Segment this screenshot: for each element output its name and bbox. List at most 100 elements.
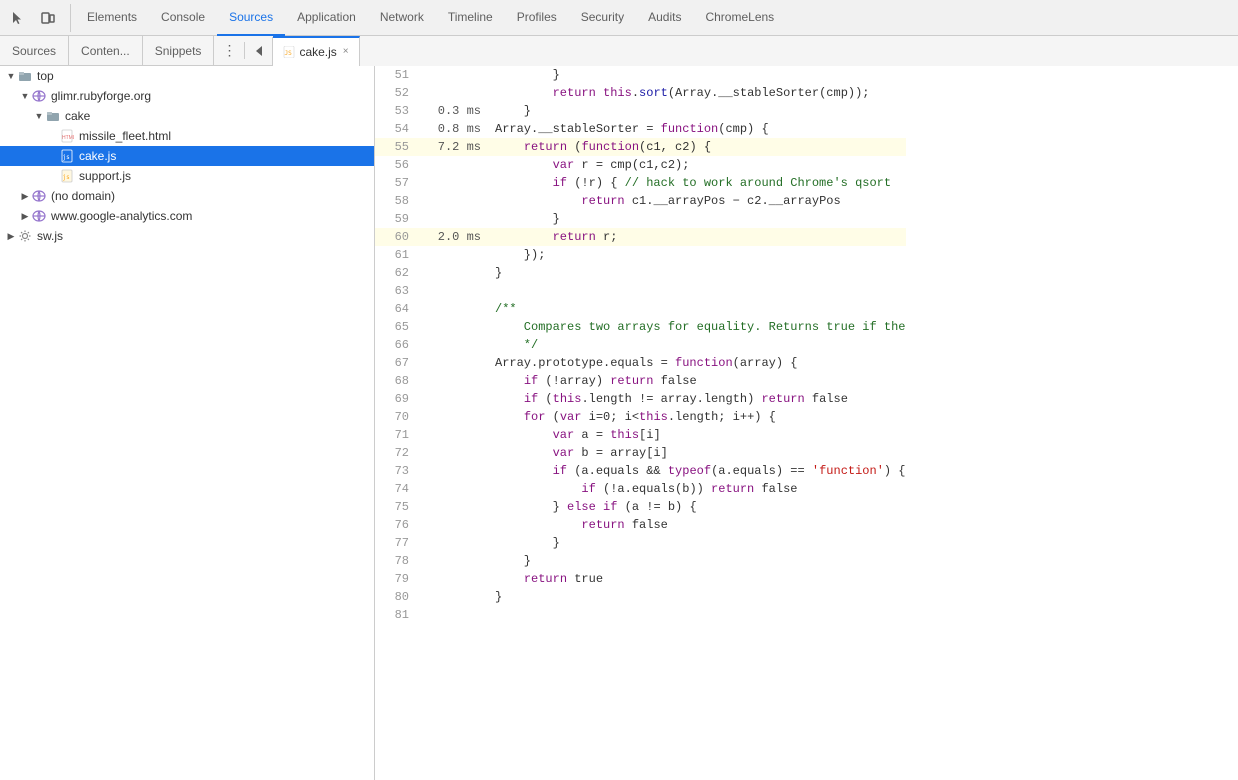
device-icon[interactable] — [34, 4, 62, 32]
code-line[interactable]: 68 if (!array) return false — [375, 372, 906, 390]
line-number: 61 — [375, 246, 417, 264]
tree-item-no-domain[interactable]: ▶ (no domain) — [0, 186, 374, 206]
code-line[interactable]: 51 } — [375, 66, 906, 84]
code-line[interactable]: 76 return false — [375, 516, 906, 534]
tree-arrow-icon: ▶ — [18, 211, 32, 222]
code-line[interactable]: 557.2 ms return (function(c1, c2) { — [375, 138, 906, 156]
nav-tab-audits[interactable]: Audits — [636, 0, 693, 36]
nav-tab-network[interactable]: Network — [368, 0, 436, 36]
line-number: 64 — [375, 300, 417, 318]
code-line[interactable]: 75 } else if (a != b) { — [375, 498, 906, 516]
line-timing — [417, 192, 487, 210]
close-tab-button[interactable]: × — [343, 46, 349, 57]
code-line[interactable]: 77 } — [375, 534, 906, 552]
line-timing — [417, 282, 487, 300]
tab-sources-secondary[interactable]: Sources — [0, 36, 69, 66]
go-back-button[interactable] — [245, 37, 273, 65]
tree-item-cake-folder[interactable]: ▼cake — [0, 106, 374, 126]
code-line[interactable]: 58 return c1.__arrayPos − c2.__arrayPos — [375, 192, 906, 210]
tree-item-top[interactable]: ▼top — [0, 66, 374, 86]
code-line[interactable]: 62} — [375, 264, 906, 282]
line-code: if (!r) { // hack to work around Chrome'… — [487, 174, 891, 192]
code-line-wrapper: 51 }52 return this.sort(Array.__stableSo… — [375, 66, 906, 624]
tree-item-sw-js[interactable]: ▶sw.js — [0, 226, 374, 246]
line-timing — [417, 516, 487, 534]
code-line[interactable]: 78 } — [375, 552, 906, 570]
code-line[interactable]: 52 return this.sort(Array.__stableSorter… — [375, 84, 906, 102]
tree-arrow-icon: ▼ — [32, 111, 46, 121]
cursor-icon[interactable] — [4, 4, 32, 32]
tree-item-label: support.js — [79, 169, 131, 183]
tab-content[interactable]: Conten... — [69, 36, 143, 66]
nav-tab-timeline[interactable]: Timeline — [436, 0, 505, 36]
line-number: 65 — [375, 318, 417, 336]
nav-tab-chromelens[interactable]: ChromeLens — [693, 0, 786, 36]
code-line[interactable]: 530.3 ms } — [375, 102, 906, 120]
code-line[interactable]: 602.0 ms return r; — [375, 228, 906, 246]
line-timing — [417, 426, 487, 444]
line-code: return (function(c1, c2) { — [487, 138, 711, 156]
code-line[interactable]: 59 } — [375, 210, 906, 228]
line-code: if (this.length != array.length) return … — [487, 390, 848, 408]
domain-icon — [32, 209, 46, 223]
nav-tab-application[interactable]: Application — [285, 0, 368, 36]
line-code — [487, 282, 495, 300]
svg-text:JS: JS — [285, 50, 293, 57]
line-number: 59 — [375, 210, 417, 228]
line-number: 60 — [375, 228, 417, 246]
file-tab-cake-js[interactable]: JS cake.js × — [273, 36, 359, 66]
code-line[interactable]: 79 return true — [375, 570, 906, 588]
code-line[interactable]: 66 */ — [375, 336, 906, 354]
tree-arrow-icon: ▶ — [4, 231, 18, 242]
code-line[interactable]: 63 — [375, 282, 906, 300]
line-timing — [417, 300, 487, 318]
tab-snippets[interactable]: Snippets — [143, 36, 215, 66]
code-line[interactable]: 71 var a = this[i] — [375, 426, 906, 444]
nav-tab-security[interactable]: Security — [569, 0, 636, 36]
tree-item-support-js[interactable]: js support.js — [0, 166, 374, 186]
line-number: 68 — [375, 372, 417, 390]
code-line[interactable]: 73 if (a.equals && typeof(a.equals) == '… — [375, 462, 906, 480]
line-number: 81 — [375, 606, 417, 624]
code-line[interactable]: 80} — [375, 588, 906, 606]
tree-item-glimr[interactable]: ▼glimr.rubyforge.org — [0, 86, 374, 106]
js-yellow-file-icon: js — [60, 169, 74, 183]
line-number: 52 — [375, 84, 417, 102]
code-line[interactable]: 64 /** — [375, 300, 906, 318]
nav-tab-console[interactable]: Console — [149, 0, 217, 36]
line-code: return this.sort(Array.__stableSorter(cm… — [487, 84, 870, 102]
code-line[interactable]: 56 var r = cmp(c1,c2); — [375, 156, 906, 174]
code-editor[interactable]: 51 }52 return this.sort(Array.__stableSo… — [375, 66, 1238, 780]
line-code: /** — [487, 300, 517, 318]
line-number: 53 — [375, 102, 417, 120]
folder-icon — [18, 69, 32, 83]
code-line[interactable]: 540.8 msArray.__stableSorter = function(… — [375, 120, 906, 138]
code-line[interactable]: 67Array.prototype.equals = function(arra… — [375, 354, 906, 372]
tree-item-cake-js[interactable]: jscake.js — [0, 146, 374, 166]
tree-item-label: (no domain) — [51, 189, 115, 203]
tree-item-missile[interactable]: HTMLmissile_fleet.html — [0, 126, 374, 146]
nav-tab-elements[interactable]: Elements — [75, 0, 149, 36]
tree-arrow-icon: ▶ — [18, 191, 32, 202]
more-tabs-button[interactable]: ⋮ — [214, 42, 245, 59]
svg-text:HTML: HTML — [62, 135, 74, 141]
code-line[interactable]: 65 Compares two arrays for equality. Ret… — [375, 318, 906, 336]
code-line[interactable]: 81 — [375, 606, 906, 624]
code-line[interactable]: 74 if (!a.equals(b)) return false — [375, 480, 906, 498]
code-line[interactable]: 70 for (var i=0; i<this.length; i++) { — [375, 408, 906, 426]
code-line[interactable]: 57 if (!r) { // hack to work around Chro… — [375, 174, 906, 192]
tree-item-google-analytics[interactable]: ▶www.google-analytics.com — [0, 206, 374, 226]
code-line[interactable]: 69 if (this.length != array.length) retu… — [375, 390, 906, 408]
gear-icon — [18, 229, 32, 243]
nav-tab-profiles[interactable]: Profiles — [505, 0, 569, 36]
line-timing — [417, 246, 487, 264]
line-timing — [417, 318, 487, 336]
line-timing: 7.2 ms — [417, 138, 487, 156]
main-area: ▼top▼glimr.rubyforge.org▼cakeHTMLmissile… — [0, 66, 1238, 780]
code-lines-container: 51 }52 return this.sort(Array.__stableSo… — [375, 66, 906, 780]
folder-icon — [46, 109, 60, 123]
line-number: 67 — [375, 354, 417, 372]
code-line[interactable]: 72 var b = array[i] — [375, 444, 906, 462]
nav-tab-sources[interactable]: Sources — [217, 0, 285, 36]
code-line[interactable]: 61 }); — [375, 246, 906, 264]
